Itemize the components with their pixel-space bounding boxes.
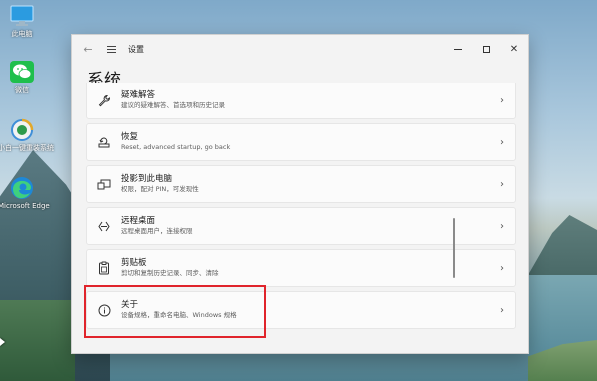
settings-item-remote-desktop[interactable]: 远程桌面 远程桌面用户，连接权限 › [86,207,516,245]
chevron-right-icon: › [500,94,504,106]
desktop-icon-edge[interactable]: Microsoft Edge [0,176,50,210]
recovery-icon [87,136,121,149]
desktop-icon-label: 小白一键重装系统 [0,144,54,152]
desktop-icon-label: Microsoft Edge [0,202,50,210]
wallpaper-mountain-right [528,215,597,275]
minimize-button[interactable] [444,38,472,60]
item-title: 剪贴板 [121,258,147,269]
xiaobai-reinstall-icon [11,118,34,141]
item-title: 疑难解答 [121,90,156,101]
chevron-right-icon: › [500,178,504,190]
window-controls: ✕ [444,38,528,60]
wrench-icon [87,94,121,107]
item-title: 远程桌面 [121,216,156,227]
maximize-button[interactable] [472,38,500,60]
item-description: 建议的疑难解答、首选项和历史记录 [121,100,225,109]
desktop-icon-label: 微信 [15,86,29,94]
item-description: Reset, advanced startup, go back [121,142,231,151]
maximize-icon [482,45,490,53]
projector-icon [87,178,121,191]
settings-item-troubleshoot[interactable]: 疑难解答 建议的疑难解答、首选项和历史记录 › [86,83,516,119]
item-title: 恢复 [121,132,139,143]
clipboard-icon [87,261,121,275]
wallpaper-grass-left [0,300,75,381]
hamburger-menu-icon[interactable] [100,45,122,53]
desktop-icon-xiaobai[interactable]: 小白一键重装系统 [0,118,54,152]
item-description: 剪切和复制历史记录、同步、清除 [121,268,219,277]
chevron-right-icon: › [500,220,504,232]
title-bar: ← 设置 ✕ [72,35,528,63]
desktop-icon-label: 此电脑 [11,30,33,38]
settings-item-project-to-pc[interactable]: 投影到此电脑 权限，配对 PIN，可发现性 › [86,165,516,203]
chevron-right-icon: › [500,136,504,148]
desktop-icon-this-pc[interactable]: 此电脑 [4,4,40,38]
item-title: 投影到此电脑 [121,174,173,185]
desktop-icon-wechat[interactable]: 微信 [4,60,40,94]
scrollbar-thumb[interactable] [453,218,455,278]
wechat-icon [10,61,34,83]
settings-item-clipboard[interactable]: 剪贴板 剪切和复制历史记录、同步、清除 › [86,249,516,287]
item-description: 权限，配对 PIN，可发现性 [121,184,199,193]
close-button[interactable]: ✕ [500,38,528,60]
back-arrow-icon[interactable]: ← [80,43,96,56]
app-title: 设置 [128,44,144,54]
annotation-highlight-box [84,285,266,338]
settings-item-recovery[interactable]: 恢复 Reset, advanced startup, go back › [86,123,516,161]
minimize-icon [454,48,462,50]
remote-desktop-icon [87,220,121,233]
monitor-icon [10,5,34,26]
item-description: 远程桌面用户，连接权限 [121,226,193,235]
chevron-right-icon: › [500,304,504,316]
chevron-right-icon: › [500,262,504,274]
edge-icon [11,177,33,199]
mouse-cursor-icon [0,338,5,346]
